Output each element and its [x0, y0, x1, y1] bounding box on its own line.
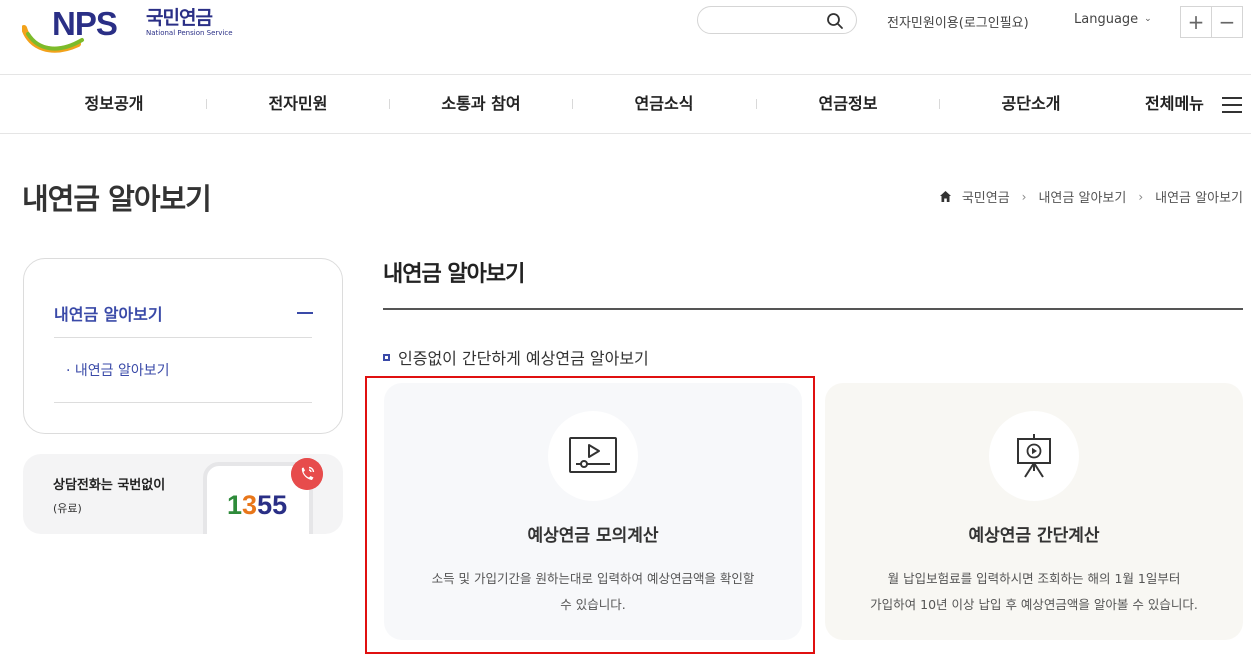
card-title: 예상연금 간단계산 — [968, 526, 1100, 546]
home-icon[interactable] — [939, 190, 952, 203]
gnb-item-info-disclosure[interactable]: 정보공개 — [62, 75, 166, 133]
section-heading-text: 인증없이 간단하게 예상연금 알아보기 — [398, 349, 649, 368]
breadcrumb-item[interactable]: 국민연금 — [962, 187, 1010, 206]
section-heading: 인증없이 간단하게 예상연금 알아보기 — [383, 345, 649, 369]
zoom-in-button[interactable]: + — [1180, 6, 1212, 38]
card-description-line: 가입하여 10년 이상 납입 후 예상연금액을 알아볼 수 있습니다. — [870, 597, 1198, 612]
bullet-square-icon — [383, 353, 390, 361]
side-nav-heading[interactable]: 내연금 알아보기 — [54, 301, 163, 325]
card-title: 예상연금 모의계산 — [527, 526, 659, 546]
side-nav-item[interactable]: · 내연금 알아보기 — [66, 360, 170, 380]
language-label: Language — [1074, 12, 1139, 27]
search-icon[interactable] — [826, 12, 844, 30]
logo-name-ko: 국민연금 — [146, 7, 213, 29]
presentation-play-icon — [1017, 434, 1051, 478]
global-nav: 정보공개 전자민원 소통과 참여 연금소식 연금정보 공단소개 전체메뉴 — [0, 74, 1251, 134]
logo-mark: NPS — [52, 5, 118, 42]
card-description-line: 소득 및 가입기간을 원하는대로 입력하여 예상연금액을 확인할 — [431, 571, 755, 586]
gnb-divider — [206, 99, 207, 109]
call-center-note: (유료) — [53, 502, 82, 515]
gnb-divider — [939, 99, 940, 109]
gnb-item-communication[interactable]: 소통과 참여 — [420, 75, 542, 133]
card-description-line: 월 납입보험료를 입력하시면 조회하는 해의 1월 1일부터 — [887, 571, 1181, 586]
gnb-item-e-civil[interactable]: 전자민원 — [246, 75, 350, 133]
card-description: 소득 및 가입기간을 원하는대로 입력하여 예상연금액을 확인할 수 있습니다. — [384, 566, 802, 618]
breadcrumb-item-current[interactable]: 내연금 알아보기 — [1155, 187, 1243, 206]
chevron-down-icon: ⌄ — [1144, 14, 1152, 24]
gnb-divider — [756, 99, 757, 109]
call-center-banner: 상담전화는 국번없이 (유료) 1355 — [23, 454, 343, 534]
number-digit: 3 — [242, 490, 258, 520]
call-center-title: 상담전화는 국번없이 — [53, 478, 166, 493]
hamburger-icon[interactable] — [1222, 97, 1244, 113]
collapse-icon[interactable] — [297, 312, 313, 314]
divider — [54, 337, 312, 338]
chevron-right-icon: › — [1138, 189, 1144, 204]
content-title: 내연금 알아보기 — [383, 262, 525, 287]
minus-icon: − — [1218, 10, 1236, 34]
e-civil-login-link[interactable]: 전자민원이용(로그인필요) — [887, 12, 1029, 31]
card-icon-circle — [989, 411, 1079, 501]
gnb-item-pension-news[interactable]: 연금소식 — [612, 75, 716, 133]
gnb-item-about[interactable]: 공단소개 — [979, 75, 1083, 133]
breadcrumb-item[interactable]: 내연금 알아보기 — [1038, 187, 1126, 206]
number-digit: 5 — [272, 490, 288, 520]
all-menu-button[interactable]: 전체메뉴 — [1145, 75, 1204, 133]
plus-icon: + — [1187, 10, 1205, 34]
chevron-right-icon: › — [1021, 189, 1027, 204]
page-title: 내연금 알아보기 — [22, 182, 212, 216]
top-header: NPS 국민연금 National Pension Service 전자민원이용… — [0, 0, 1251, 74]
nps-logo[interactable]: NPS 국민연금 National Pension Service — [22, 4, 237, 56]
phone-call-icon — [291, 458, 323, 490]
zoom-out-button[interactable]: − — [1211, 6, 1243, 38]
card-icon-circle — [548, 411, 638, 501]
simple-calculation-card[interactable]: 예상연금 간단계산 월 납입보험료를 입력하시면 조회하는 해의 1월 1일부터… — [825, 383, 1243, 640]
divider — [54, 402, 312, 403]
call-center-number: 1355 — [227, 490, 287, 521]
gnb-item-pension-info[interactable]: 연금정보 — [796, 75, 900, 133]
title-divider — [383, 308, 1243, 310]
search-input[interactable] — [697, 6, 857, 34]
card-description-line: 수 있습니다. — [560, 597, 626, 612]
number-digit: 1 — [227, 490, 243, 520]
video-play-icon — [569, 437, 617, 473]
logo-name-en: National Pension Service — [146, 29, 233, 37]
side-nav: 내연금 알아보기 · 내연금 알아보기 — [23, 258, 343, 434]
card-description: 월 납입보험료를 입력하시면 조회하는 해의 1월 1일부터 가입하여 10년 … — [825, 566, 1243, 618]
mock-calculation-card[interactable]: 예상연금 모의계산 소득 및 가입기간을 원하는대로 입력하여 예상연금액을 확… — [384, 383, 802, 640]
language-selector[interactable]: Language ⌄ — [1074, 12, 1152, 27]
breadcrumb: 국민연금 › 내연금 알아보기 › 내연금 알아보기 — [939, 187, 1243, 206]
gnb-divider — [572, 99, 573, 109]
gnb-divider — [389, 99, 390, 109]
number-digit: 5 — [257, 490, 273, 520]
